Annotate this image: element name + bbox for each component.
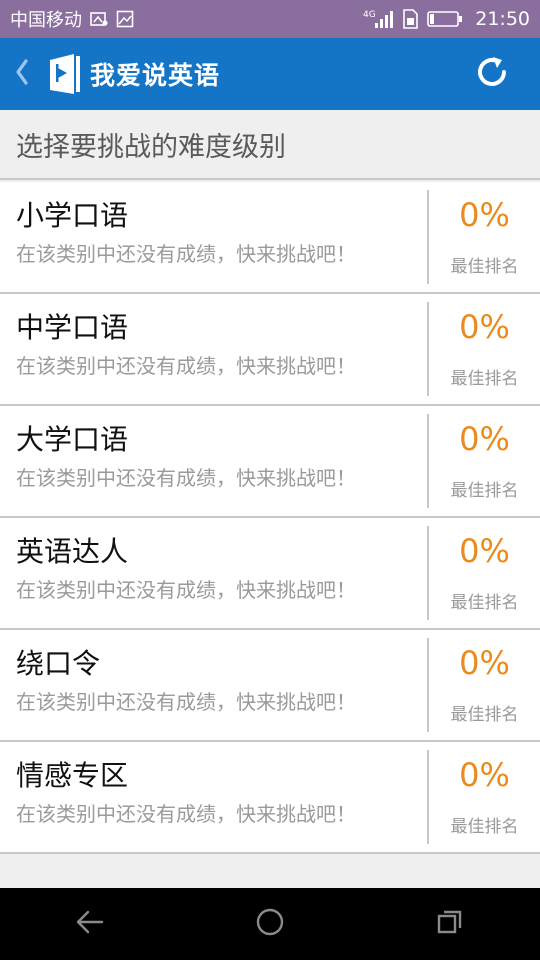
list-item-emotion-zone[interactable]: 情感专区 在该类别中还没有成绩，快来挑战吧！ 0% 最佳排名 bbox=[0, 742, 540, 854]
status-bar: 中国移动 4G 21:50 bbox=[0, 0, 540, 38]
app-bar: 我爱说英语 bbox=[0, 38, 540, 110]
list-item-title: 大学口语 bbox=[16, 423, 129, 456]
best-rank-percent: 0% bbox=[459, 308, 510, 346]
network-type: 4G bbox=[363, 10, 376, 20]
list-item-title: 中学口语 bbox=[16, 311, 129, 344]
best-rank-label: 最佳排名 bbox=[450, 593, 519, 613]
image-icon bbox=[116, 10, 134, 28]
nav-recents-button[interactable] bbox=[420, 894, 480, 954]
best-rank-label: 最佳排名 bbox=[450, 369, 519, 389]
carrier-label: 中国移动 bbox=[10, 10, 82, 31]
system-nav-bar bbox=[0, 888, 540, 960]
list-item-title: 小学口语 bbox=[16, 199, 129, 232]
list-item-subtitle: 在该类别中还没有成绩，快来挑战吧！ bbox=[16, 466, 356, 490]
list-item-college[interactable]: 大学口语 在该类别中还没有成绩，快来挑战吧！ 0% 最佳排名 bbox=[0, 406, 540, 518]
list-item-subtitle: 在该类别中还没有成绩，快来挑战吧！ bbox=[16, 354, 356, 378]
home-circle-icon bbox=[255, 907, 285, 941]
status-bar-right: 4G 21:50 bbox=[363, 8, 530, 30]
notification-icon bbox=[90, 11, 108, 27]
app-title: 我爱说英语 bbox=[90, 61, 221, 90]
list-item-subtitle: 在该类别中还没有成绩，快来挑战吧！ bbox=[16, 690, 356, 714]
list-item-primary-school[interactable]: 小学口语 在该类别中还没有成绩，快来挑战吧！ 0% 最佳排名 bbox=[0, 182, 540, 294]
section-header: 选择要挑战的难度级别 bbox=[0, 110, 540, 180]
signal-icon: 4G bbox=[363, 8, 394, 30]
best-rank-label: 最佳排名 bbox=[450, 481, 519, 501]
list-item-english-expert[interactable]: 英语达人 在该类别中还没有成绩，快来挑战吧！ 0% 最佳排名 bbox=[0, 518, 540, 630]
list-item-title: 情感专区 bbox=[16, 759, 129, 792]
list-item-subtitle: 在该类别中还没有成绩，快来挑战吧！ bbox=[16, 242, 356, 266]
nav-home-button[interactable] bbox=[240, 894, 300, 954]
refresh-icon bbox=[473, 53, 511, 95]
app-logo bbox=[48, 52, 82, 96]
best-rank-label: 最佳排名 bbox=[450, 257, 519, 277]
list-item-tongue-twister[interactable]: 绕口令 在该类别中还没有成绩，快来挑战吧！ 0% 最佳排名 bbox=[0, 630, 540, 742]
status-bar-left: 中国移动 bbox=[10, 6, 134, 32]
best-rank-percent: 0% bbox=[459, 420, 510, 458]
recents-square-icon bbox=[436, 908, 464, 940]
back-triangle-icon bbox=[75, 908, 105, 940]
list-item-subtitle: 在该类别中还没有成绩，快来挑战吧！ bbox=[16, 802, 356, 826]
best-rank-percent: 0% bbox=[459, 532, 510, 570]
best-rank-label: 最佳排名 bbox=[450, 705, 519, 725]
list-item-title: 英语达人 bbox=[16, 535, 129, 568]
best-rank-percent: 0% bbox=[459, 196, 510, 234]
list-item-subtitle: 在该类别中还没有成绩，快来挑战吧！ bbox=[16, 578, 356, 602]
list-item-title: 绕口令 bbox=[16, 647, 101, 680]
sim-icon bbox=[401, 9, 419, 29]
list-item-middle-school[interactable]: 中学口语 在该类别中还没有成绩，快来挑战吧！ 0% 最佳排名 bbox=[0, 294, 540, 406]
clock: 21:50 bbox=[475, 8, 530, 30]
chevron-left-icon bbox=[14, 58, 30, 90]
best-rank-percent: 0% bbox=[459, 644, 510, 682]
back-button[interactable] bbox=[14, 54, 40, 94]
refresh-button[interactable] bbox=[472, 54, 512, 94]
battery-icon bbox=[427, 10, 463, 28]
best-rank-percent: 0% bbox=[459, 756, 510, 794]
best-rank-label: 最佳排名 bbox=[450, 817, 519, 837]
difficulty-list: 小学口语 在该类别中还没有成绩，快来挑战吧！ 0% 最佳排名 中学口语 在该类别… bbox=[0, 182, 540, 854]
nav-back-button[interactable] bbox=[60, 894, 120, 954]
